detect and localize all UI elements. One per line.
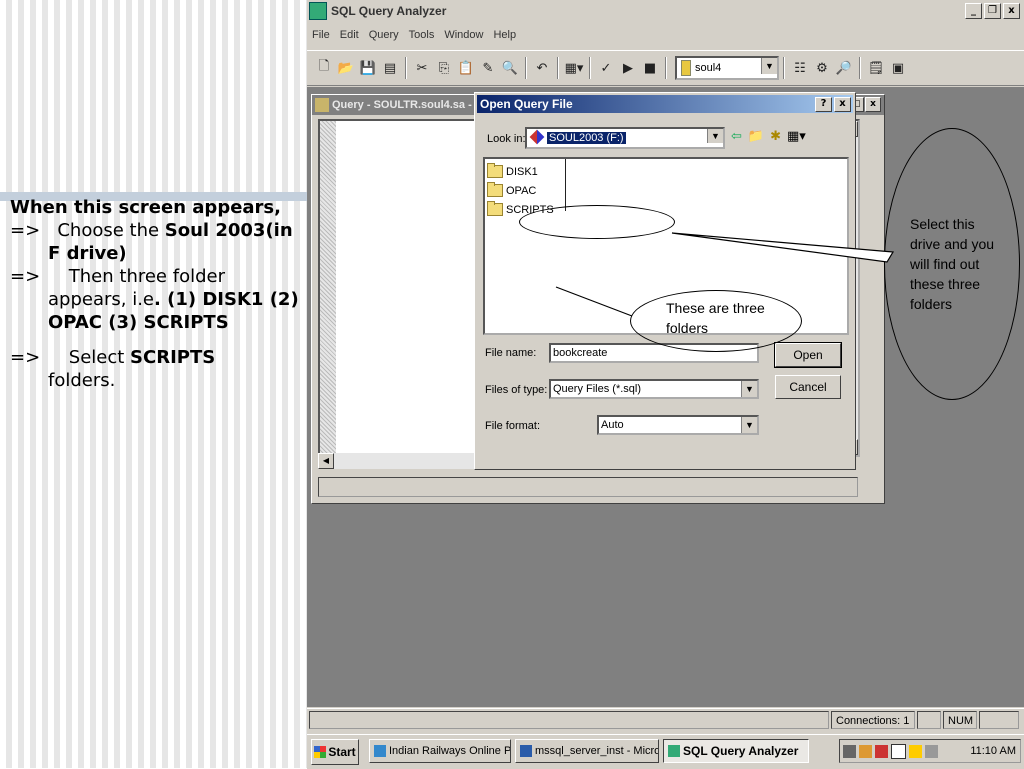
slide-bullet-3: => Select SCRIPTS [10, 346, 305, 369]
slide-bullet-1: => Choose the Soul 2003(in F drive) [10, 219, 305, 265]
sql-query-analyzer-window: SQL Query Analyzer _ ❐ x File Edit Query… [307, 0, 1024, 769]
bullet-text: Select [68, 347, 131, 368]
slide-text: When this screen appears, => Choose the … [10, 196, 305, 392]
bullet-bold: SCRIPTS [130, 347, 216, 368]
bullet-prefix: => [10, 347, 41, 368]
folders-callout-pointer [555, 286, 633, 317]
slide-bullet-3-tail: folders. [48, 370, 116, 391]
slide-bullet-2: => Then three folder appears, i.e. (1) D… [10, 265, 305, 334]
bullet-text: Choose the [57, 220, 165, 241]
bullet-prefix: => [10, 266, 41, 287]
callout-pointers [555, 232, 895, 317]
slide-heading: When this screen appears, [10, 197, 281, 218]
bullet-prefix: => [10, 220, 41, 241]
drive-callout-pointer [671, 232, 895, 263]
